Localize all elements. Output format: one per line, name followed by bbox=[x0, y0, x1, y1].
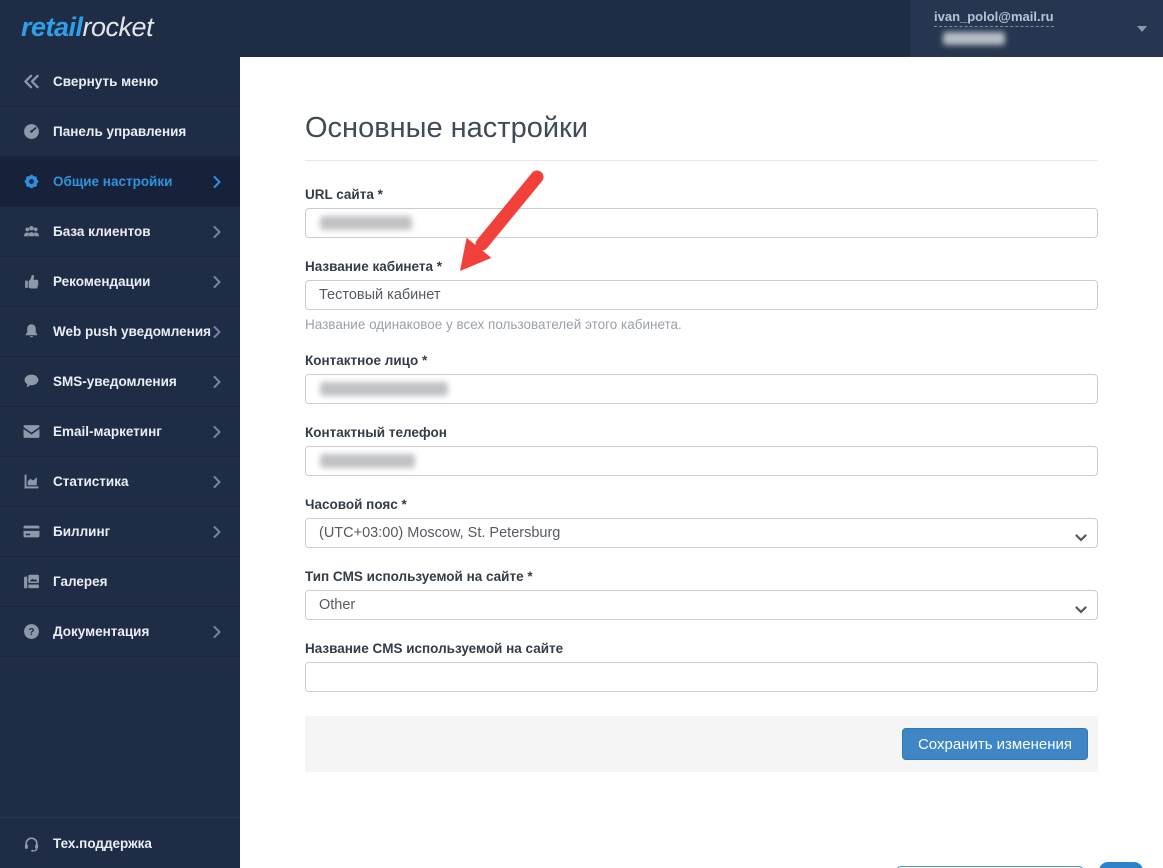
user-subtitle-redacted bbox=[943, 32, 1005, 45]
field-hint: Название одинаковое у всех пользователей… bbox=[305, 317, 682, 332]
chat-icon bbox=[21, 373, 41, 391]
gear-icon bbox=[21, 173, 41, 191]
timezone-select[interactable]: (UTC+03:00) Moscow, St. Petersburg bbox=[305, 518, 1098, 548]
chevron-down-icon bbox=[1075, 529, 1087, 547]
field-contact-person: Контактное лицо * bbox=[305, 353, 1098, 404]
chevron-right-icon bbox=[213, 225, 222, 238]
headset-icon bbox=[21, 834, 41, 852]
sidebar: Свернуть меню Панель управления Общие на… bbox=[0, 57, 240, 868]
sidebar-item-billing[interactable]: Биллинг bbox=[0, 507, 240, 557]
sidebar-item-general-settings[interactable]: Общие настройки bbox=[0, 157, 240, 207]
site-url-input[interactable] bbox=[305, 208, 1098, 238]
logo-part-rocket: rocket bbox=[82, 12, 154, 42]
svg-text:?: ? bbox=[28, 627, 34, 638]
save-changes-button[interactable]: Сохранить изменения bbox=[901, 728, 1088, 760]
chevron-right-icon bbox=[213, 425, 222, 438]
sidebar-item-recommendations[interactable]: Рекомендации bbox=[0, 257, 240, 307]
help-question-button[interactable]: ? bbox=[1099, 862, 1143, 868]
contact-person-input[interactable] bbox=[305, 374, 1098, 404]
chevron-right-icon bbox=[213, 475, 222, 488]
settings-form: Основные настройки URL сайта * Название … bbox=[240, 112, 1163, 772]
logo-part-retail: retail bbox=[21, 12, 83, 42]
chevron-right-icon bbox=[213, 175, 222, 188]
chevron-down-icon bbox=[1137, 26, 1147, 32]
envelope-icon bbox=[21, 423, 41, 441]
sidebar-item-documentation[interactable]: ? Документация bbox=[0, 607, 240, 657]
cabinet-name-input[interactable] bbox=[305, 280, 1098, 310]
chevron-down-icon bbox=[1075, 601, 1087, 619]
chevron-right-icon bbox=[213, 275, 222, 288]
field-site-url: URL сайта * bbox=[305, 187, 1098, 238]
page: retailrocket ivan_polol@mail.ru Свернуть… bbox=[0, 0, 1163, 868]
chevron-right-icon bbox=[213, 525, 222, 538]
sidebar-item-web-push[interactable]: Web push уведомления bbox=[0, 307, 240, 357]
sidebar-item-email-marketing[interactable]: Email-маркетинг bbox=[0, 407, 240, 457]
credit-card-icon bbox=[21, 523, 41, 541]
sidebar-item-statistics[interactable]: Статистика bbox=[0, 457, 240, 507]
bell-icon bbox=[21, 323, 41, 341]
sidebar-item-collapse-menu[interactable]: Свернуть меню bbox=[0, 57, 240, 107]
user-email[interactable]: ivan_polol@mail.ru bbox=[934, 9, 1054, 27]
chevron-right-icon bbox=[213, 625, 222, 638]
field-contact-phone: Контактный телефон bbox=[305, 425, 1098, 476]
question-icon: ? bbox=[21, 623, 41, 641]
user-menu[interactable]: ivan_polol@mail.ru bbox=[910, 0, 1163, 57]
sidebar-item-client-base[interactable]: База клиентов bbox=[0, 207, 240, 257]
field-cms-type: Тип CMS используемой на сайте * Other bbox=[305, 569, 1098, 620]
chart-icon bbox=[21, 473, 41, 491]
chevron-right-icon bbox=[213, 375, 222, 388]
main-content: Основные настройки URL сайта * Название … bbox=[240, 57, 1163, 868]
retailrocket-logo[interactable]: retailrocket bbox=[21, 12, 154, 43]
sidebar-item-dashboard[interactable]: Панель управления bbox=[0, 107, 240, 157]
topbar: retailrocket ivan_polol@mail.ru bbox=[0, 0, 1163, 57]
sidebar-bottom: Тех.поддержка bbox=[0, 817, 240, 868]
contact-phone-input[interactable] bbox=[305, 446, 1098, 476]
dashboard-icon bbox=[21, 123, 41, 141]
title-divider bbox=[305, 160, 1098, 161]
bottom-actions: Помощь в интеграции ? bbox=[895, 862, 1143, 868]
sidebar-item-tech-support[interactable]: Тех.поддержка bbox=[0, 818, 240, 868]
sidebar-item-gallery[interactable]: Галерея bbox=[0, 557, 240, 607]
collapse-icon bbox=[21, 73, 41, 91]
sidebar-item-sms[interactable]: SMS-уведомления bbox=[0, 357, 240, 407]
fields-container: URL сайта * Название кабинета * Название… bbox=[305, 187, 1098, 692]
save-bar: Сохранить изменения bbox=[305, 716, 1098, 772]
gallery-icon bbox=[21, 573, 41, 591]
thumbs-up-icon bbox=[21, 273, 41, 291]
cms-type-select[interactable]: Other bbox=[305, 590, 1098, 620]
sidebar-nav: Свернуть меню Панель управления Общие на… bbox=[0, 57, 240, 657]
cms-name-input[interactable] bbox=[305, 662, 1098, 692]
users-icon bbox=[21, 223, 41, 241]
field-cms-name: Название CMS используемой на сайте bbox=[305, 641, 1098, 692]
page-title: Основные настройки bbox=[305, 112, 588, 144]
field-timezone: Часовой пояс * (UTC+03:00) Moscow, St. P… bbox=[305, 497, 1098, 548]
chevron-right-icon bbox=[213, 325, 222, 338]
field-cabinet-name: Название кабинета * Название одинаковое … bbox=[305, 259, 1098, 332]
